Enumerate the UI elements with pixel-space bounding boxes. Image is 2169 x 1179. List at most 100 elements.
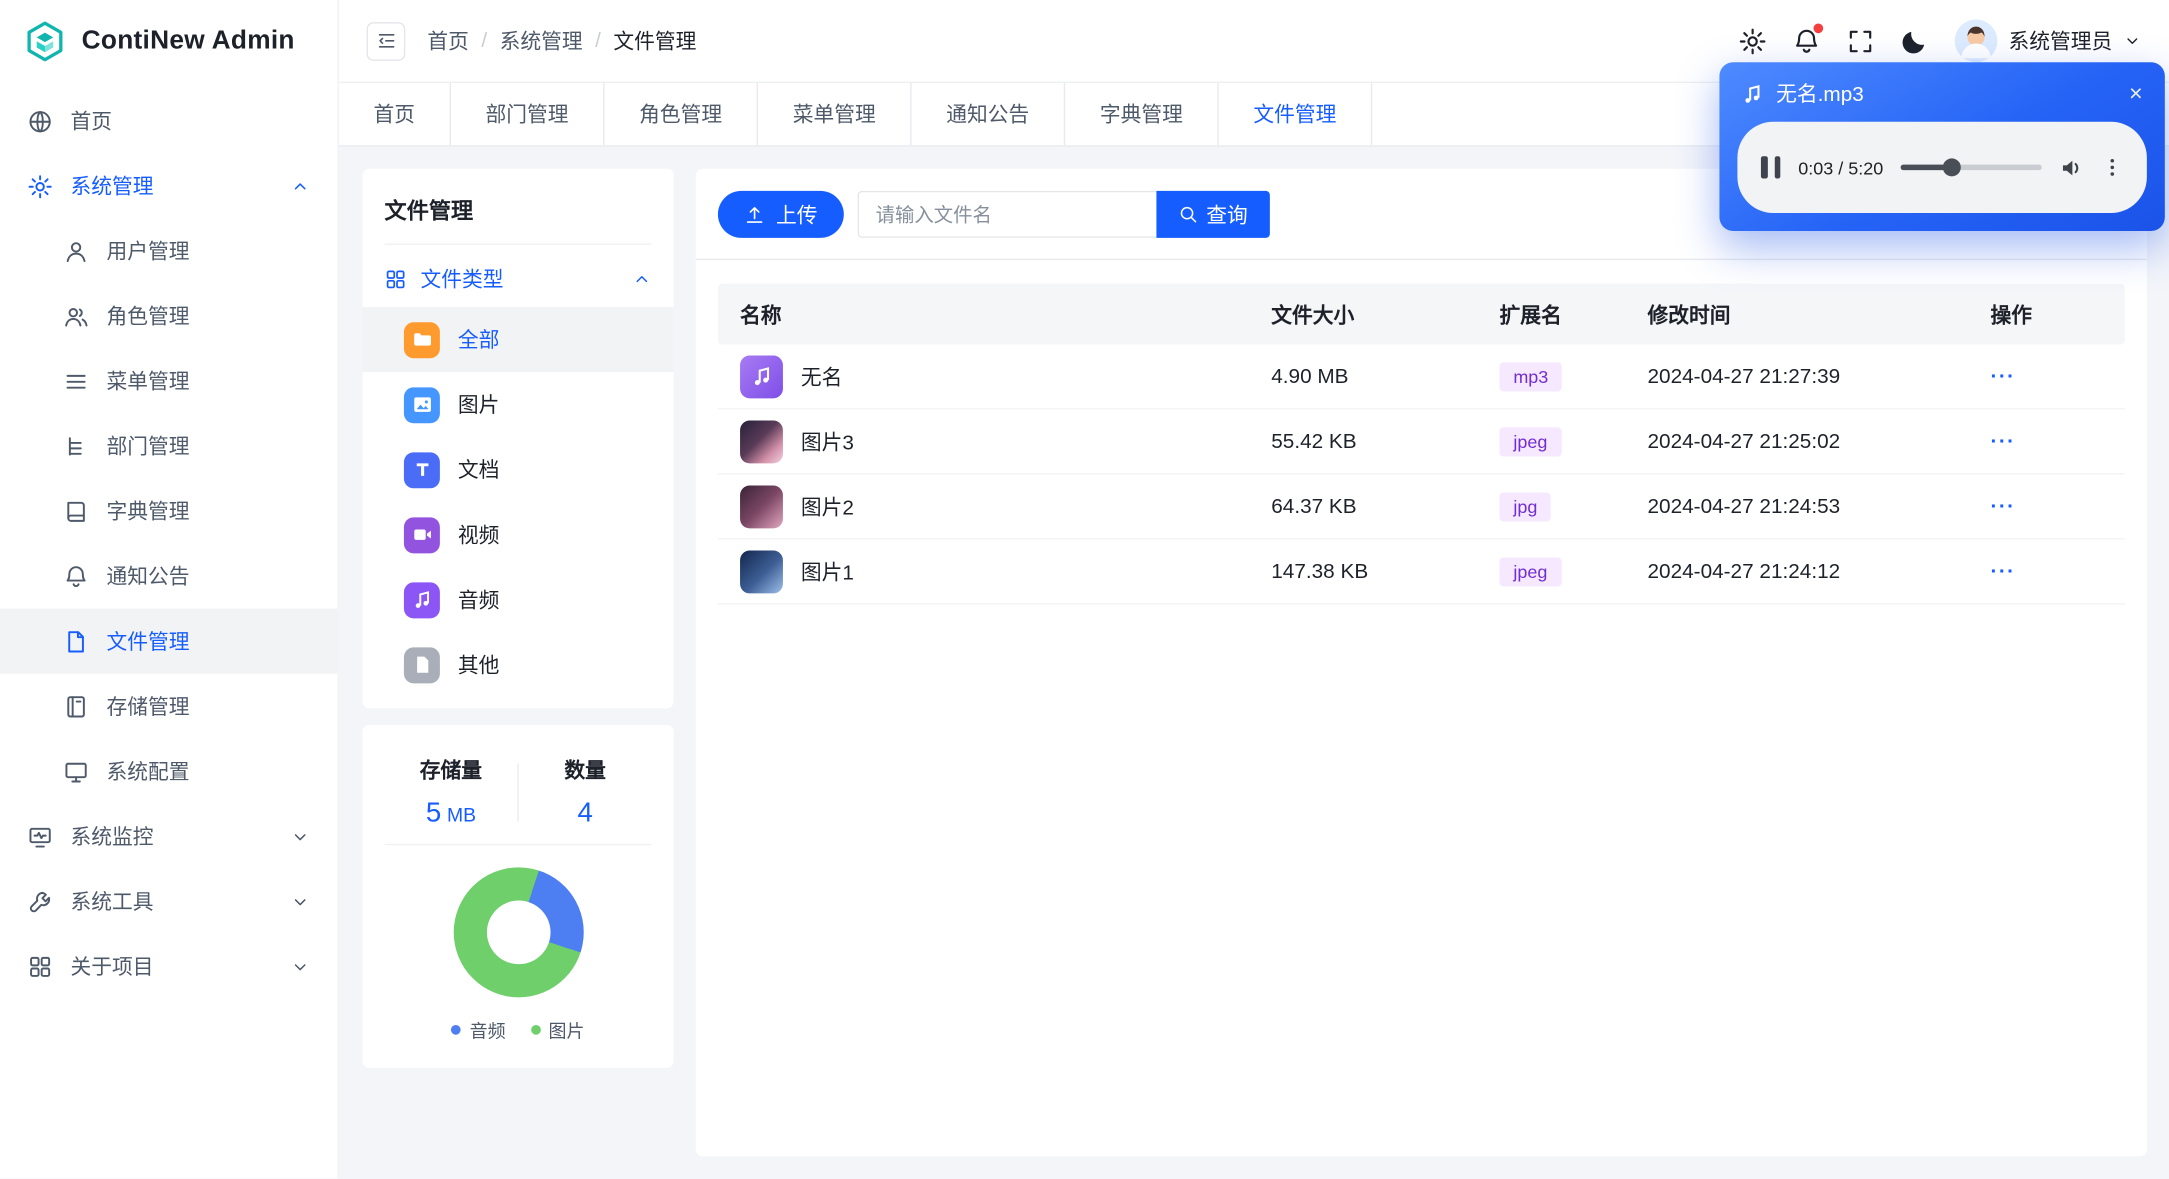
search-group: 查询 xyxy=(857,190,1270,238)
file-name: 无名 xyxy=(800,365,843,390)
sidebar-item-label: 文件管理 xyxy=(106,630,190,655)
bell-icon xyxy=(66,565,86,587)
sidebar-item-system-tools[interactable]: 系统工具 xyxy=(0,869,338,934)
query-button[interactable]: 查询 xyxy=(1156,190,1270,238)
user-menu[interactable]: 系统管理员 xyxy=(1954,19,2142,63)
breadcrumb: 首页 / 系统管理 / 文件管理 xyxy=(427,26,696,55)
table-row[interactable]: 图片3 55.42 KB jpeg 2024-04-27 21:25:02 ··… xyxy=(717,409,2125,475)
list-icon xyxy=(66,374,86,388)
file-type-group-label: 文件类型 xyxy=(420,268,504,292)
sidebar-item-label: 字典管理 xyxy=(106,500,190,525)
file-name: 图片1 xyxy=(800,560,854,585)
sidebar-item-notifications[interactable]: 通知公告 xyxy=(0,544,338,609)
storage-unit: MB xyxy=(446,803,477,826)
file-type-document[interactable]: 文档 xyxy=(362,437,673,502)
seek-slider-thumb[interactable] xyxy=(1942,158,1961,177)
storage-stat: 存储量 5 MB xyxy=(385,755,518,830)
file-type-label: 文档 xyxy=(457,459,500,483)
extension-tag: jpeg xyxy=(1499,556,1562,586)
notification-button[interactable] xyxy=(1793,22,1824,55)
column-header-actions: 操作 xyxy=(1990,303,2033,328)
notification-badge xyxy=(1813,22,1824,33)
sidebar-submenu-system: 用户管理 角色管理 菜单管理 部门管理 字典管理 通知公告 文件管理 存储管理 … xyxy=(0,219,338,804)
kebab-menu-icon[interactable] xyxy=(2101,156,2123,178)
breadcrumb-item-home[interactable]: 首页 xyxy=(427,26,469,55)
file-type-audio[interactable]: 音频 xyxy=(362,567,673,632)
modified-time: 2024-04-27 21:24:53 xyxy=(1647,494,1841,519)
file-type-group[interactable]: 文件类型 xyxy=(385,245,652,307)
sidebar-item-home[interactable]: 首页 xyxy=(0,89,338,154)
table-row[interactable]: 图片2 64.37 KB jpg 2024-04-27 21:24:53 ··· xyxy=(717,474,2125,540)
sidebar-item-user-management[interactable]: 用户管理 xyxy=(0,219,338,284)
row-more-actions-button[interactable]: ··· xyxy=(1991,560,2103,584)
sidebar-item-system-config[interactable]: 系统配置 xyxy=(0,739,338,804)
folder-icon xyxy=(403,321,440,358)
sidebar-item-department-management[interactable]: 部门管理 xyxy=(0,414,338,479)
chart-legend: 音频 图片 xyxy=(385,1017,652,1043)
file-type-video[interactable]: 视频 xyxy=(362,502,673,567)
settings-gear-icon[interactable] xyxy=(1739,27,1767,55)
file-size: 55.42 KB xyxy=(1271,429,1357,454)
volume-icon[interactable] xyxy=(2060,156,2084,180)
sidebar-item-system-management[interactable]: 系统管理 xyxy=(0,154,338,219)
sidebar-item-about-project[interactable]: 关于项目 xyxy=(0,934,338,999)
wrench-icon xyxy=(29,891,51,912)
file-type-other[interactable]: 其他 xyxy=(362,632,673,697)
file-name: 图片3 xyxy=(800,430,854,455)
file-type-all[interactable]: 全部 xyxy=(362,307,674,373)
tab-menu-management[interactable]: 菜单管理 xyxy=(758,82,912,146)
seek-slider[interactable] xyxy=(1901,158,2042,177)
sidebar-item-label: 首页 xyxy=(70,110,113,135)
tab-notifications[interactable]: 通知公告 xyxy=(912,82,1066,146)
breadcrumb-separator: / xyxy=(595,29,601,53)
table-row[interactable]: 图片1 147.38 KB jpeg 2024-04-27 21:24:12 ·… xyxy=(717,539,2125,605)
extension-tag: jpeg xyxy=(1499,426,1562,456)
image-icon xyxy=(403,386,440,423)
file-icon xyxy=(403,646,440,683)
count-value: 4 xyxy=(577,798,593,829)
legend-label: 音频 xyxy=(469,1020,506,1042)
monitor-icon xyxy=(29,827,51,847)
sidebar-item-file-management[interactable]: 文件管理 xyxy=(0,608,338,674)
sidebar-item-storage-management[interactable]: 存储管理 xyxy=(0,674,338,739)
sidebar: ContiNew Admin 首页 系统管理 用户管理 角色管理 菜单管理 部门… xyxy=(0,0,339,1179)
tab-department-management[interactable]: 部门管理 xyxy=(451,82,605,146)
fullscreen-icon[interactable] xyxy=(1847,27,1875,55)
menu-fold-icon xyxy=(378,34,394,48)
sidebar-collapse-button[interactable] xyxy=(366,21,406,61)
grid-icon xyxy=(30,956,51,977)
file-thumbnail xyxy=(740,549,783,593)
table-row[interactable]: 无名 4.90 MB mp3 2024-04-27 21:27:39 ··· xyxy=(717,344,2125,410)
pause-button[interactable] xyxy=(1760,156,1781,179)
app-logo[interactable]: ContiNew Admin xyxy=(0,0,338,83)
sidebar-item-role-management[interactable]: 角色管理 xyxy=(0,284,338,349)
file-type-label: 音频 xyxy=(457,589,500,613)
sidebar-item-system-monitor[interactable]: 系统监控 xyxy=(0,804,338,869)
file-size: 64.37 KB xyxy=(1271,494,1357,519)
tab-home[interactable]: 首页 xyxy=(339,82,451,146)
search-input[interactable] xyxy=(857,190,1157,238)
sidebar-item-label: 系统配置 xyxy=(106,760,190,785)
file-type-image[interactable]: 图片 xyxy=(362,372,673,437)
close-icon[interactable]: × xyxy=(2129,82,2143,106)
gear-icon xyxy=(28,174,52,198)
extension-tag: jpg xyxy=(1499,491,1552,521)
sidebar-item-dictionary-management[interactable]: 字典管理 xyxy=(0,479,338,544)
file-type-panel: 文件管理 文件类型 全部 图片 文档 视频 音频 其他 存储量 5 MB 数量 … xyxy=(362,168,674,1068)
audio-player-header: 无名.mp3 × xyxy=(1742,79,2143,108)
tab-file-management[interactable]: 文件管理 xyxy=(1219,82,1373,146)
dark-mode-moon-icon[interactable] xyxy=(1901,27,1929,55)
row-more-actions-button[interactable]: ··· xyxy=(1991,364,2103,388)
modified-time: 2024-04-27 21:27:39 xyxy=(1647,364,1841,389)
row-more-actions-button[interactable]: ··· xyxy=(1991,495,2103,519)
upload-button[interactable]: 上传 xyxy=(717,190,844,238)
file-thumbnail xyxy=(740,484,783,528)
file-type-label: 视频 xyxy=(457,524,500,548)
music-note-icon xyxy=(1745,84,1760,103)
breadcrumb-item-system[interactable]: 系统管理 xyxy=(500,26,583,55)
video-icon xyxy=(403,516,440,553)
row-more-actions-button[interactable]: ··· xyxy=(1991,430,2103,454)
tab-dictionary-management[interactable]: 字典管理 xyxy=(1065,82,1219,146)
tab-role-management[interactable]: 角色管理 xyxy=(605,82,759,146)
sidebar-item-menu-management[interactable]: 菜单管理 xyxy=(0,349,338,414)
